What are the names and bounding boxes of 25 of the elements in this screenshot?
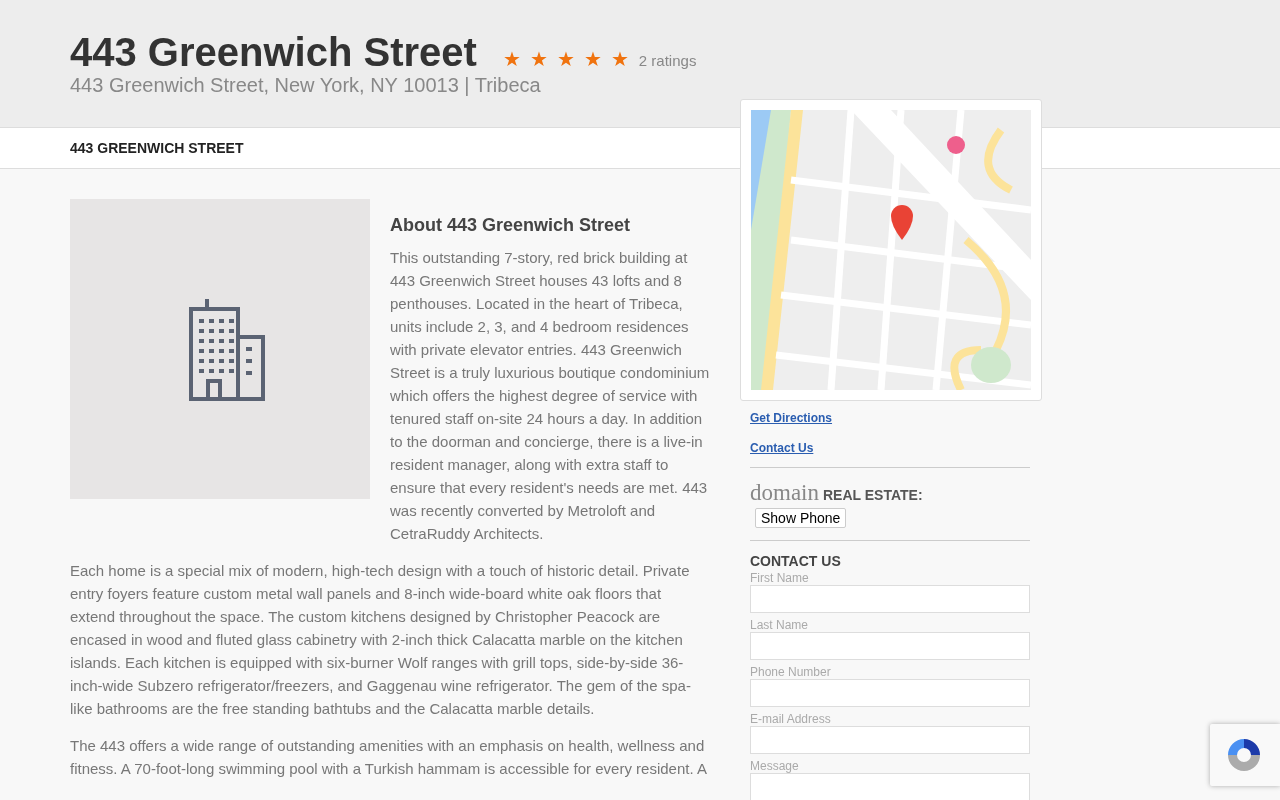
field-label: Phone Number — [750, 665, 832, 679]
field-label: E-mail Address — [750, 712, 832, 726]
paragraph: This outstanding 7-story, red brick building at 443 Greenwich Street houses 43 lofts and 8 penthouses. Located in the heart of Tribeca, units include 2, 3, and 4 bedroom residences with private elevator entries. 443 Greenwich Street is a truly luxurious boutique condominium which offers the highest degree of service with tenured staff on-site 24 hours a day. In addition to the doorman and concierge, there is a live-in resident manager, along with extra staff to ensure that every resident's needs are met. 443 was recently converted by Metroloft and CetraRuddy Architects. — [390, 248, 710, 544]
field-label: Last Name — [750, 618, 810, 632]
input-field[interactable] — [750, 585, 1030, 613]
sidebar-link[interactable]: Get Directions — [750, 411, 833, 425]
agency-label: REAL ESTATE: — [823, 487, 923, 503]
input-field[interactable] — [750, 726, 1030, 754]
form-heading: CONTACT US — [750, 553, 842, 569]
show-phone-button[interactable]: Show Phone — [755, 508, 847, 528]
nav-label[interactable]: 443 GREENWICH STREET — [70, 140, 244, 156]
field-label: First Name — [750, 571, 810, 585]
ratings-count: 2 ratings — [638, 52, 697, 69]
input-field[interactable] — [750, 632, 1030, 660]
field-label: Message — [750, 759, 800, 773]
paragraph: Each home is a special mix of modern, high-tech design with a touch of historic detail. Private entry foyers feature custom metal wall panels and 8-inch wide-board white oak floors that extend throughout the space. The custom kitchens designed by Christopher Peacock are encased in wood and fluted glass cabinetry with 2-inch thick Calacatta marble on the kitchen islands. Each kitchen is equipped with six-burner Wolf ranges with grill tops, side-by-side 36-inch-wide Subzero refrigerator/freezers, and Gaggenau wine refrigerator. The gem of the spa-like bathrooms are the free standing bathtubs and the Calacatta marble details. — [70, 561, 692, 719]
input-field[interactable] — [750, 679, 1030, 707]
paragraph: The 443 offers a wide range of outstanding amenities with an emphasis on health, wellness and fitness. A 70-foot-long swimming pool with a Turkish hammam is accessible for every resident. A — [70, 736, 708, 779]
star-rating: ★ ★ ★ ★ ★ — [502, 47, 629, 71]
recaptcha-badge[interactable] — [1210, 724, 1280, 786]
page-title: 443 Greenwich Street — [70, 30, 477, 74]
address-text: 443 Greenwich Street, New York, NY 10013 | Tribeca — [70, 74, 542, 97]
section-heading: About 443 Greenwich Street — [390, 215, 632, 236]
sidebar-link[interactable]: Contact Us — [750, 441, 814, 455]
agency-logo: domain — [750, 480, 819, 506]
